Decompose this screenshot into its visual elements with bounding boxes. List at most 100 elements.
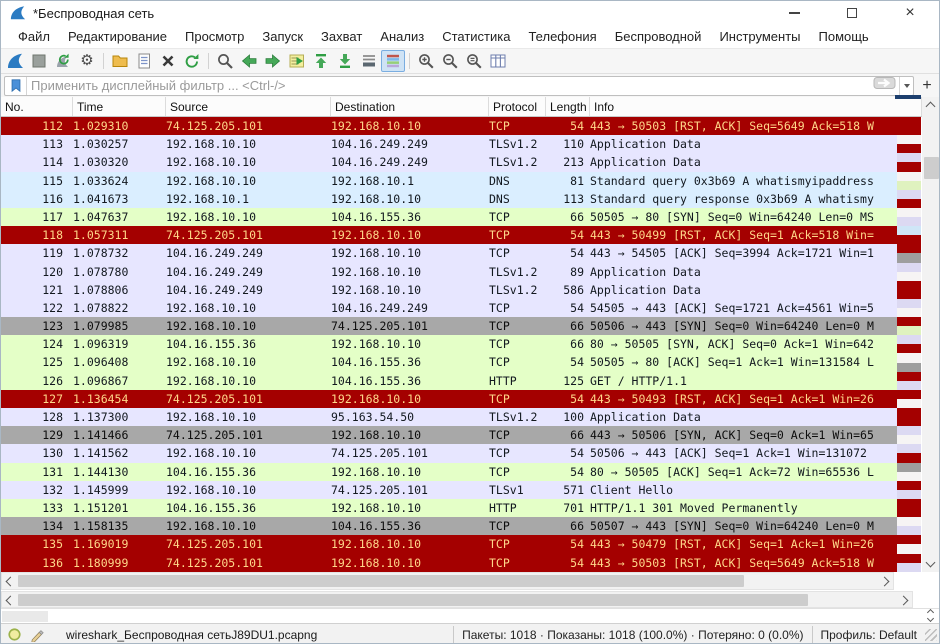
spinner-down-icon[interactable] bbox=[927, 615, 934, 622]
menu-item-8[interactable]: Беспроводной bbox=[606, 26, 711, 47]
scroll-right-icon[interactable] bbox=[880, 577, 890, 587]
packet-cell-len: 66 bbox=[546, 208, 590, 226]
colorize-packets-button[interactable] bbox=[381, 50, 405, 72]
packet-row[interactable]: 1291.14146674.125.205.101192.168.10.10TC… bbox=[1, 426, 898, 444]
close-button[interactable]: × bbox=[881, 1, 939, 25]
add-filter-button[interactable]: + bbox=[918, 76, 936, 96]
capture-comment-icon[interactable] bbox=[30, 628, 44, 642]
packet-cell-proto: TCP bbox=[489, 444, 546, 462]
packet-row[interactable]: 1301.141562192.168.10.1074.125.205.101TC… bbox=[1, 444, 898, 462]
packet-cell-src: 192.168.10.10 bbox=[166, 517, 331, 535]
column-header-source[interactable]: Source bbox=[166, 97, 331, 116]
previous-packet-button[interactable] bbox=[237, 50, 261, 72]
minimize-button[interactable] bbox=[765, 1, 823, 25]
packet-cell-info: 50505 → 80 [SYN] Seq=0 Win=64240 Len=0 M… bbox=[590, 208, 898, 226]
expert-info-icon[interactable] bbox=[7, 627, 22, 642]
zoom-normal-button[interactable] bbox=[462, 50, 486, 72]
scroll-up-icon[interactable] bbox=[926, 102, 936, 112]
vertical-scrollbar[interactable] bbox=[922, 97, 940, 572]
menu-item-2[interactable]: Просмотр bbox=[176, 26, 253, 47]
packet-row[interactable]: 1211.078806104.16.249.249192.168.10.10TL… bbox=[1, 281, 898, 299]
packet-row[interactable]: 1231.079985192.168.10.1074.125.205.101TC… bbox=[1, 317, 898, 335]
column-header-protocol[interactable]: Protocol bbox=[489, 97, 546, 116]
packet-row[interactable]: 1351.16901974.125.205.101192.168.10.10TC… bbox=[1, 535, 898, 553]
next-packet-button[interactable] bbox=[261, 50, 285, 72]
packet-row[interactable]: 1271.13645474.125.205.101192.168.10.10TC… bbox=[1, 390, 898, 408]
menu-item-4[interactable]: Захват bbox=[312, 26, 371, 47]
detail-pane-hscrollbar[interactable] bbox=[1, 591, 913, 608]
column-header-length[interactable]: Length bbox=[546, 97, 590, 116]
vertical-scrollbar-thumb[interactable] bbox=[924, 157, 939, 179]
zoom-out-button[interactable] bbox=[438, 50, 462, 72]
profile-selector[interactable]: Профиль: Default bbox=[813, 626, 926, 644]
packet-row[interactable]: 1141.030320192.168.10.10104.16.249.249TL… bbox=[1, 153, 898, 171]
auto-scroll-button[interactable] bbox=[357, 50, 381, 72]
packet-row[interactable]: 1161.041673192.168.10.1192.168.10.10DNS1… bbox=[1, 190, 898, 208]
maximize-button[interactable] bbox=[823, 1, 881, 25]
packet-row[interactable]: 1261.096867192.168.10.10104.16.155.36HTT… bbox=[1, 372, 898, 390]
packet-row[interactable]: 1341.158135192.168.10.10104.16.155.36TCP… bbox=[1, 517, 898, 535]
scroll-left-icon[interactable] bbox=[6, 577, 16, 587]
restart-capture-button[interactable] bbox=[51, 50, 75, 72]
first-packet-button[interactable] bbox=[309, 50, 333, 72]
filter-history-button[interactable] bbox=[899, 77, 913, 95]
menu-item-0[interactable]: Файл bbox=[9, 26, 59, 47]
reload-file-button[interactable] bbox=[180, 50, 204, 72]
packet-cell-time: 1.096867 bbox=[73, 372, 166, 390]
go-to-packet-button[interactable] bbox=[285, 50, 309, 72]
packet-row[interactable]: 1281.137300192.168.10.1095.163.54.50TLSv… bbox=[1, 408, 898, 426]
packet-row[interactable]: 1361.18099974.125.205.101192.168.10.10TC… bbox=[1, 554, 898, 572]
packet-row[interactable]: 1181.05731174.125.205.101192.168.10.10TC… bbox=[1, 226, 898, 244]
menu-item-5[interactable]: Анализ bbox=[371, 26, 433, 47]
pane-spinner[interactable] bbox=[928, 610, 933, 621]
packet-list-hscrollbar[interactable] bbox=[1, 572, 894, 590]
scroll-left-icon[interactable] bbox=[6, 596, 16, 606]
packet-row[interactable]: 1241.096319104.16.155.36192.168.10.10TCP… bbox=[1, 335, 898, 353]
hscrollbar-thumb[interactable] bbox=[18, 594, 808, 606]
menu-item-10[interactable]: Помощь bbox=[810, 26, 878, 47]
open-file-button[interactable] bbox=[108, 50, 132, 72]
menu-item-6[interactable]: Статистика bbox=[433, 26, 519, 47]
packet-cell-dst: 192.168.10.10 bbox=[331, 390, 489, 408]
column-header-destination[interactable]: Destination bbox=[331, 97, 489, 116]
packet-row[interactable]: 1121.02931074.125.205.101192.168.10.10TC… bbox=[1, 117, 898, 135]
packet-row[interactable]: 1331.151201104.16.155.36192.168.10.10HTT… bbox=[1, 499, 898, 517]
menu-item-7[interactable]: Телефония bbox=[519, 26, 605, 47]
packet-row[interactable]: 1311.144130104.16.155.36192.168.10.10TCP… bbox=[1, 463, 898, 481]
packet-row[interactable]: 1201.078780104.16.249.249192.168.10.10TL… bbox=[1, 263, 898, 281]
zoom-in-button[interactable] bbox=[414, 50, 438, 72]
menu-item-1[interactable]: Редактирование bbox=[59, 26, 176, 47]
menu-item-3[interactable]: Запуск bbox=[253, 26, 312, 47]
hscrollbar-thumb[interactable] bbox=[18, 575, 744, 587]
packet-cell-dst: 104.16.249.249 bbox=[331, 135, 489, 153]
save-file-button[interactable] bbox=[132, 50, 156, 72]
column-header-no[interactable]: No. bbox=[1, 97, 73, 116]
resize-columns-button[interactable] bbox=[486, 50, 510, 72]
column-header-time[interactable]: Time bbox=[73, 97, 166, 116]
packet-cell-no: 112 bbox=[1, 117, 73, 135]
packet-row[interactable]: 1151.033624192.168.10.10192.168.10.1DNS8… bbox=[1, 172, 898, 190]
start-capture-button[interactable] bbox=[3, 50, 27, 72]
apply-filter-button[interactable] bbox=[873, 74, 897, 97]
menu-item-9[interactable]: Инструменты bbox=[710, 26, 809, 47]
packet-cell-time: 1.144130 bbox=[73, 463, 166, 481]
packet-row[interactable]: 1321.145999192.168.10.1074.125.205.101TL… bbox=[1, 481, 898, 499]
filter-bookmark-button[interactable] bbox=[5, 77, 27, 95]
capture-options-button[interactable]: ⚙ bbox=[75, 50, 99, 72]
packet-row[interactable]: 1251.096408192.168.10.10104.16.155.36TCP… bbox=[1, 353, 898, 371]
last-packet-button[interactable] bbox=[333, 50, 357, 72]
column-header-info[interactable]: Info bbox=[590, 97, 922, 116]
scroll-down-icon[interactable] bbox=[926, 558, 936, 568]
display-filter-input[interactable] bbox=[27, 78, 873, 93]
scroll-right-icon[interactable] bbox=[899, 596, 909, 606]
resize-grip[interactable] bbox=[925, 629, 937, 641]
packet-row[interactable]: 1131.030257192.168.10.10104.16.249.249TL… bbox=[1, 135, 898, 153]
close-file-button[interactable] bbox=[156, 50, 180, 72]
intelligent-scrollbar-minimap[interactable] bbox=[897, 117, 921, 572]
find-packet-button[interactable] bbox=[213, 50, 237, 72]
packet-row[interactable]: 1171.047637192.168.10.10104.16.155.36TCP… bbox=[1, 208, 898, 226]
stop-capture-button[interactable] bbox=[27, 50, 51, 72]
packet-row[interactable]: 1221.078822192.168.10.10104.16.249.249TC… bbox=[1, 299, 898, 317]
packet-cell-time: 1.096408 bbox=[73, 353, 166, 371]
packet-row[interactable]: 1191.078732104.16.249.249192.168.10.10TC… bbox=[1, 244, 898, 262]
